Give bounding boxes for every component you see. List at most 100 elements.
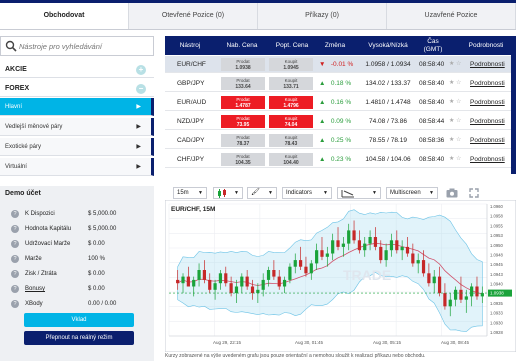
help-icon[interactable]: ? [11, 225, 19, 233]
multiscreen-select[interactable]: Multiscreen ▼ [386, 187, 438, 199]
account-row-label[interactable]: Bonusy [25, 282, 45, 296]
collapse-minus-icon[interactable]: − [136, 84, 146, 94]
sidebar-item-majors[interactable]: Hlavní ▶ [0, 98, 154, 116]
sidebar-item-virtual[interactable]: Virtuální ▶ [0, 158, 154, 176]
buy-button[interactable]: Koupit 1.4796 [269, 96, 313, 109]
favorite-star-icon[interactable]: ★ ☆ [449, 132, 461, 149]
candle-body [320, 250, 324, 257]
change-value: ▲ 0.23 % [319, 151, 351, 168]
arrow-up-icon: ▲ [319, 118, 326, 125]
table-row[interactable]: EUR/AUD Prodat 1.4787 Koupit 1.4796 ▲ 0.16 % 1… [165, 94, 511, 111]
sidebar-item-minors[interactable]: Vedlejší měnové páry ▶ [0, 118, 154, 136]
favorite-star-icon[interactable]: ★ ☆ [449, 113, 461, 130]
search-input[interactable] [19, 39, 149, 53]
help-icon[interactable]: ? [11, 240, 19, 248]
change-percent: 0.23 % [330, 156, 352, 163]
account-row-value: 0.00 / 0.00 [88, 301, 117, 307]
candle-body [197, 270, 201, 280]
candle-body [437, 276, 442, 294]
sell-button[interactable]: Prodat 133.64 [221, 77, 265, 90]
favorite-star-icon[interactable]: ★ ☆ [449, 56, 461, 73]
high-low-value: 78.55 / 78.19 [369, 137, 407, 144]
change-value: ▲ 0.25 % [319, 132, 351, 149]
details-link[interactable]: Podrobnosti [470, 132, 505, 149]
y-tick-label: 1.0940 [490, 282, 503, 287]
details-link[interactable]: Podrobnosti [470, 56, 505, 73]
high-low-value: 1.0958 / 1.0934 [365, 61, 411, 68]
tab-closed-positions[interactable]: Uzavřené Pozice [387, 3, 516, 29]
details-link[interactable]: Podrobnosti [470, 75, 505, 92]
chevron-down-icon: ▼ [323, 190, 328, 196]
details-link[interactable]: Podrobnosti [470, 151, 505, 168]
table-row[interactable]: CHF/JPY Prodat 104.35 Koupit 104.40 ▲ 0.23 % 1… [165, 151, 511, 168]
category-forex[interactable]: FOREX − [0, 80, 154, 97]
candle-body [454, 289, 458, 300]
instrument-symbol: CAD/JPY [177, 137, 205, 144]
switch-to-real-button[interactable]: Přepnout na reálný režim [24, 331, 134, 345]
indicators-select[interactable]: Indicators ▼ [282, 187, 332, 199]
col-details: Podrobnosti [468, 42, 504, 49]
candle-body [448, 299, 452, 307]
candle-body [245, 276, 249, 287]
help-icon[interactable]: ? [11, 270, 19, 278]
sell-button[interactable]: Prodat 1.0938 [221, 58, 265, 71]
sidebar-item-exotics[interactable]: Exotické páry ▶ [0, 138, 154, 156]
buy-button[interactable]: Koupit 133.71 [269, 77, 313, 90]
help-icon[interactable]: ? [11, 210, 19, 218]
tab-orders[interactable]: Příkazy (0) [258, 3, 387, 29]
buy-button[interactable]: Koupit 104.40 [269, 153, 313, 166]
help-icon[interactable]: ? [11, 255, 19, 263]
expand-plus-icon[interactable]: + [136, 65, 146, 75]
table-row[interactable]: CAD/JPY Prodat 78.37 Koupit 78.43 ▲ 0.25 % 78.… [165, 132, 511, 149]
bid-price: 73.95 [236, 121, 250, 128]
help-icon[interactable]: ? [11, 285, 19, 293]
line-tools-select[interactable]: ▼ [337, 187, 381, 199]
buy-button[interactable]: Koupit 78.43 [269, 134, 313, 147]
sell-button[interactable]: Prodat 104.35 [221, 153, 265, 166]
table-row[interactable]: EUR/CHF Prodat 1.0938 Koupit 1.0945 ▼ -0.01 %… [165, 56, 511, 73]
sell-button[interactable]: Prodat 78.37 [221, 134, 265, 147]
quote-time: 08:58:44 [419, 118, 445, 125]
interval-select[interactable]: 15m ▼ [173, 187, 207, 199]
expand-icon[interactable] [469, 188, 479, 198]
tab-open-positions[interactable]: Otevřené Pozice (0) [129, 3, 258, 29]
table-row[interactable]: NZD/JPY Prodat 73.95 Koupit 74.04 ▲ 0.09 % 74.… [165, 113, 511, 130]
tab-trade[interactable]: Obchodovat [0, 3, 129, 29]
buy-label: Koupit [284, 153, 298, 159]
candle-body [443, 293, 447, 307]
deposit-button[interactable]: Vklad [24, 313, 134, 327]
table-row[interactable]: GBP/JPY Prodat 133.64 Koupit 133.71 ▲ 0.18 % 1… [165, 75, 511, 92]
details-link[interactable]: Podrobnosti [470, 94, 505, 111]
account-row-label: Udržovací Marže [25, 241, 71, 247]
high-low-value: 134.02 / 133.37 [365, 80, 411, 87]
buy-button[interactable]: Koupit 74.04 [269, 115, 313, 128]
y-tick-label: 1.0933 [490, 311, 503, 316]
chevron-down-icon: ▼ [372, 190, 377, 196]
category-stocks[interactable]: AKCIE + [0, 61, 154, 78]
instrument-symbol: CHF/JPY [177, 156, 205, 163]
change-value: ▲ 0.09 % [319, 113, 351, 130]
candle-body [480, 293, 484, 297]
candle-body [421, 260, 426, 274]
candle-body [416, 260, 420, 264]
drawing-tools-select[interactable]: 🖌 ▼ [247, 187, 277, 199]
sell-button[interactable]: Prodat 1.4787 [221, 96, 265, 109]
account-row: ? Bonusy $ 0.00 [0, 282, 154, 296]
favorite-star-icon[interactable]: ★ ☆ [449, 151, 461, 168]
sell-button[interactable]: Prodat 73.95 [221, 115, 265, 128]
y-tick-label: 1.0955 [490, 223, 503, 228]
col-ask: Popt. Cena [275, 42, 309, 49]
details-link[interactable]: Podrobnosti [470, 113, 505, 130]
buy-button[interactable]: Koupit 1.0945 [269, 58, 313, 71]
chart-type-select[interactable]: ▼ [213, 187, 243, 199]
change-percent: 0.16 % [330, 99, 352, 106]
indicators-label: Indicators [286, 190, 313, 196]
favorite-star-icon[interactable]: ★ ☆ [449, 75, 461, 92]
help-icon[interactable]: ? [11, 300, 19, 308]
buy-label: Koupit [284, 77, 298, 83]
candle-body [256, 289, 260, 294]
camera-icon[interactable] [446, 188, 458, 198]
price-chart[interactable]: TRADE EUR/CHF, 15M 1.0960 1.0958 1.0955 1.095… [165, 200, 516, 352]
watermark: TRADE [343, 267, 391, 283]
favorite-star-icon[interactable]: ★ ☆ [449, 94, 461, 111]
